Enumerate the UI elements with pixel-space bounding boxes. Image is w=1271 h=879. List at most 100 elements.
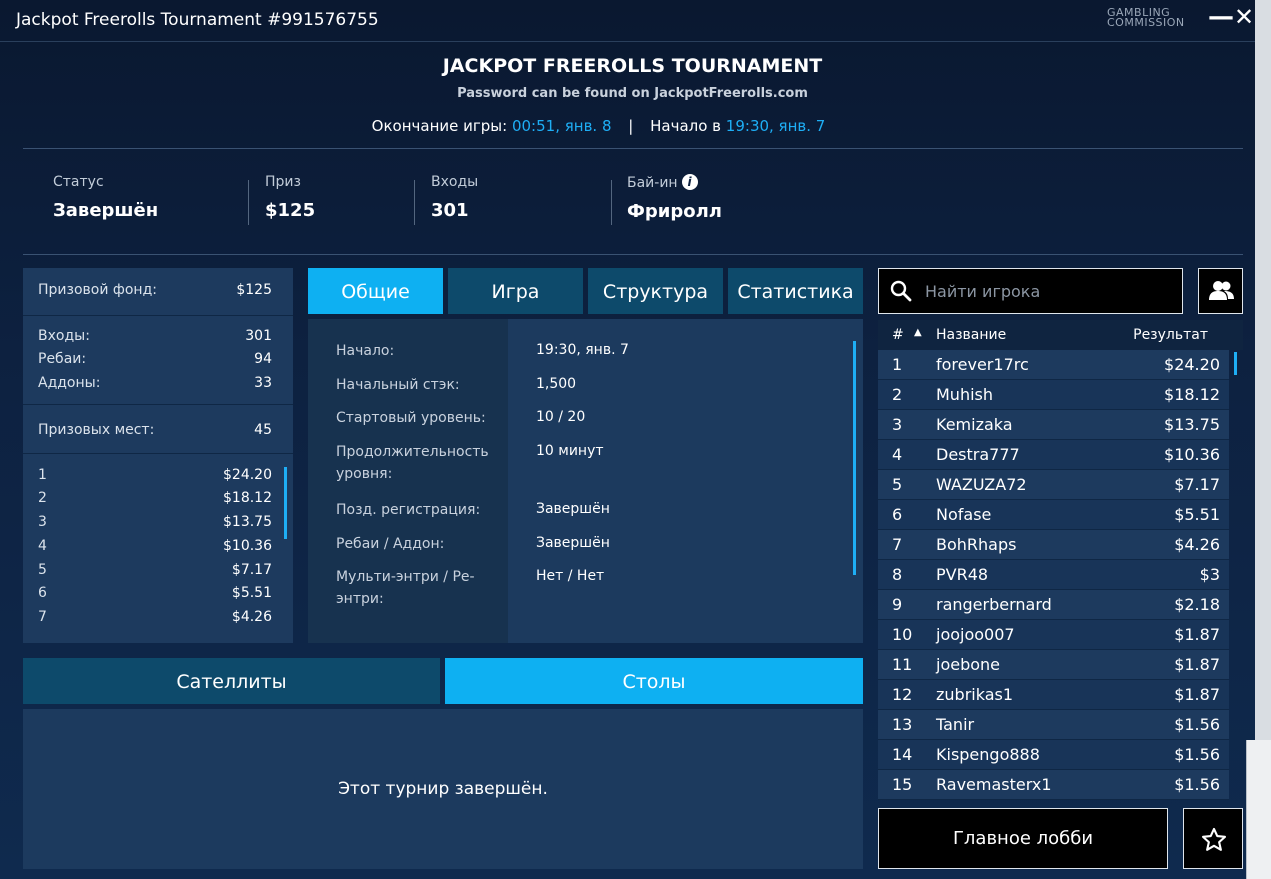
tab-statistics[interactable]: Статистика (728, 268, 863, 314)
close-button[interactable]: ✕ (1234, 3, 1256, 33)
end-label: Окончание игры: (371, 117, 508, 135)
result: $3 (1199, 565, 1220, 584)
addons-value: 33 (254, 375, 272, 391)
player-search[interactable] (878, 268, 1183, 314)
detail-value: 10 / 20 (536, 409, 586, 425)
detail-value: 10 минут (536, 443, 604, 459)
leaderboard-row[interactable]: 10 joojoo007 $1.87 (878, 620, 1229, 650)
rank: 14 (892, 745, 913, 764)
detail-label: Начальный стэк: (336, 377, 460, 393)
favorite-button[interactable] (1183, 808, 1243, 869)
prize-places-value: 45 (254, 422, 272, 438)
payout-row: 7 $4.26 (38, 609, 272, 625)
search-input[interactable] (925, 277, 1175, 305)
result: $4.26 (1174, 535, 1220, 554)
search-icon (889, 279, 913, 307)
leaderboard-row[interactable]: 14 Kispengo888 $1.56 (878, 740, 1229, 770)
stat-label: Бай-ин i (627, 174, 722, 191)
stat-label: Входы (431, 174, 479, 190)
details-scrollbar[interactable] (853, 341, 856, 575)
result: $1.56 (1174, 745, 1220, 764)
tournament-times: Окончание игры: 00:51, янв. 8 | Начало в… (0, 117, 1197, 135)
leaderboard-header: # ▲ Название Результат (878, 320, 1243, 350)
result: $24.20 (1164, 355, 1220, 374)
prize-pool-label: Призовой фонд: (38, 282, 157, 298)
player-name: joojoo007 (936, 625, 1015, 644)
leaderboard-row[interactable]: 13 Tanir $1.56 (878, 710, 1229, 740)
friends-button[interactable] (1198, 268, 1243, 314)
payout-row: 1 $24.20 (38, 467, 272, 483)
general-details-panel: Начало: 19:30, янв. 7 Начальный стэк: 1,… (308, 319, 863, 643)
player-name: Kemizaka (936, 415, 1013, 434)
detail-value: Завершён (536, 501, 610, 517)
leaderboard-row[interactable]: 7 BohRhaps $4.26 (878, 530, 1229, 560)
leaderboard-row[interactable]: 15 Ravemasterx1 $1.56 (878, 770, 1229, 800)
tab-structure[interactable]: Структура (588, 268, 723, 314)
stat-divider (611, 180, 612, 225)
leaderboard-row[interactable]: 3 Kemizaka $13.75 (878, 410, 1229, 440)
stat-label: Статус (53, 174, 104, 190)
main-lobby-button[interactable]: Главное лобби (878, 808, 1168, 869)
player-name: Ravemasterx1 (936, 775, 1052, 794)
payout-amount: $13.75 (223, 514, 272, 530)
prize-pool-value: $125 (236, 282, 272, 298)
col-result[interactable]: Результат (1133, 327, 1208, 343)
player-name: Kispengo888 (936, 745, 1040, 764)
detail-label: Начало: (336, 343, 395, 359)
payout-row: 4 $10.36 (38, 538, 272, 554)
background-window-fragment (1246, 740, 1271, 879)
player-name: joebone (936, 655, 1001, 674)
detail-value: Завершён (536, 535, 610, 551)
leaderboard-row[interactable]: 4 Destra777 $10.36 (878, 440, 1229, 470)
leaderboard-row[interactable]: 8 PVR48 $3 (878, 560, 1229, 590)
leaderboard-row[interactable]: 11 joebone $1.87 (878, 650, 1229, 680)
leaderboard-row[interactable]: 12 zubrikas1 $1.87 (878, 680, 1229, 710)
rank: 4 (892, 445, 903, 464)
leaderboard-row[interactable]: 2 Muhish $18.12 (878, 380, 1229, 410)
stat-prize: Приз $125 (265, 174, 315, 221)
entries-row: Входы: 301 (38, 328, 272, 344)
rank: 11 (892, 655, 913, 674)
leaderboard-row[interactable]: 5 WAZUZA72 $7.17 (878, 470, 1229, 500)
leaderboard-scrollbar[interactable] (1234, 352, 1237, 375)
prize-places-label: Призовых мест: (38, 422, 155, 438)
payout-place: 1 (38, 467, 47, 483)
payout-amount: $10.36 (223, 538, 272, 554)
detail-label: Стартовый уровень: (336, 410, 486, 426)
leaderboard-row[interactable]: 6 Nofase $5.51 (878, 500, 1229, 530)
tournament-subtitle: Password can be found on JackpotFreeroll… (457, 86, 808, 101)
leaderboard-row[interactable]: 1 forever17rc $24.20 (878, 350, 1229, 380)
logo-line-2: COMMISSION (1107, 16, 1185, 29)
stat-label: Приз (265, 174, 301, 190)
rank: 3 (892, 415, 903, 434)
col-name[interactable]: Название (936, 327, 1006, 343)
tab-game[interactable]: Игра (448, 268, 583, 314)
result: $1.87 (1174, 625, 1220, 644)
result: $7.17 (1174, 475, 1220, 494)
payout-place: 2 (38, 490, 47, 506)
payouts-scrollbar[interactable] (284, 467, 287, 539)
tab-general[interactable]: Общие (308, 268, 443, 314)
result: $2.18 (1174, 595, 1220, 614)
leaderboard-row[interactable]: 9 rangerbernard $2.18 (878, 590, 1229, 620)
info-icon[interactable]: i (681, 174, 698, 190)
rank: 15 (892, 775, 913, 794)
player-name: WAZUZA72 (936, 475, 1027, 494)
background-window-edge (1246, 0, 1271, 879)
entries-value: 301 (245, 328, 272, 344)
minimize-button[interactable]: — (1208, 2, 1234, 32)
payout-place: 3 (38, 514, 47, 530)
tab-satellites[interactable]: Сателлиты (23, 658, 440, 704)
col-number[interactable]: # (892, 327, 904, 343)
addons-row: Аддоны: 33 (38, 375, 272, 391)
payout-row: 6 $5.51 (38, 585, 272, 601)
result: $1.87 (1174, 655, 1220, 674)
divider (23, 254, 1243, 255)
tab-tables[interactable]: Столы (445, 658, 863, 704)
payout-amount: $5.51 (231, 585, 272, 601)
result: $13.75 (1164, 415, 1220, 434)
rebuys-row: Ребаи: 94 (38, 351, 272, 367)
times-separator: | (628, 117, 634, 135)
divider (23, 404, 293, 405)
rank: 9 (892, 595, 903, 614)
